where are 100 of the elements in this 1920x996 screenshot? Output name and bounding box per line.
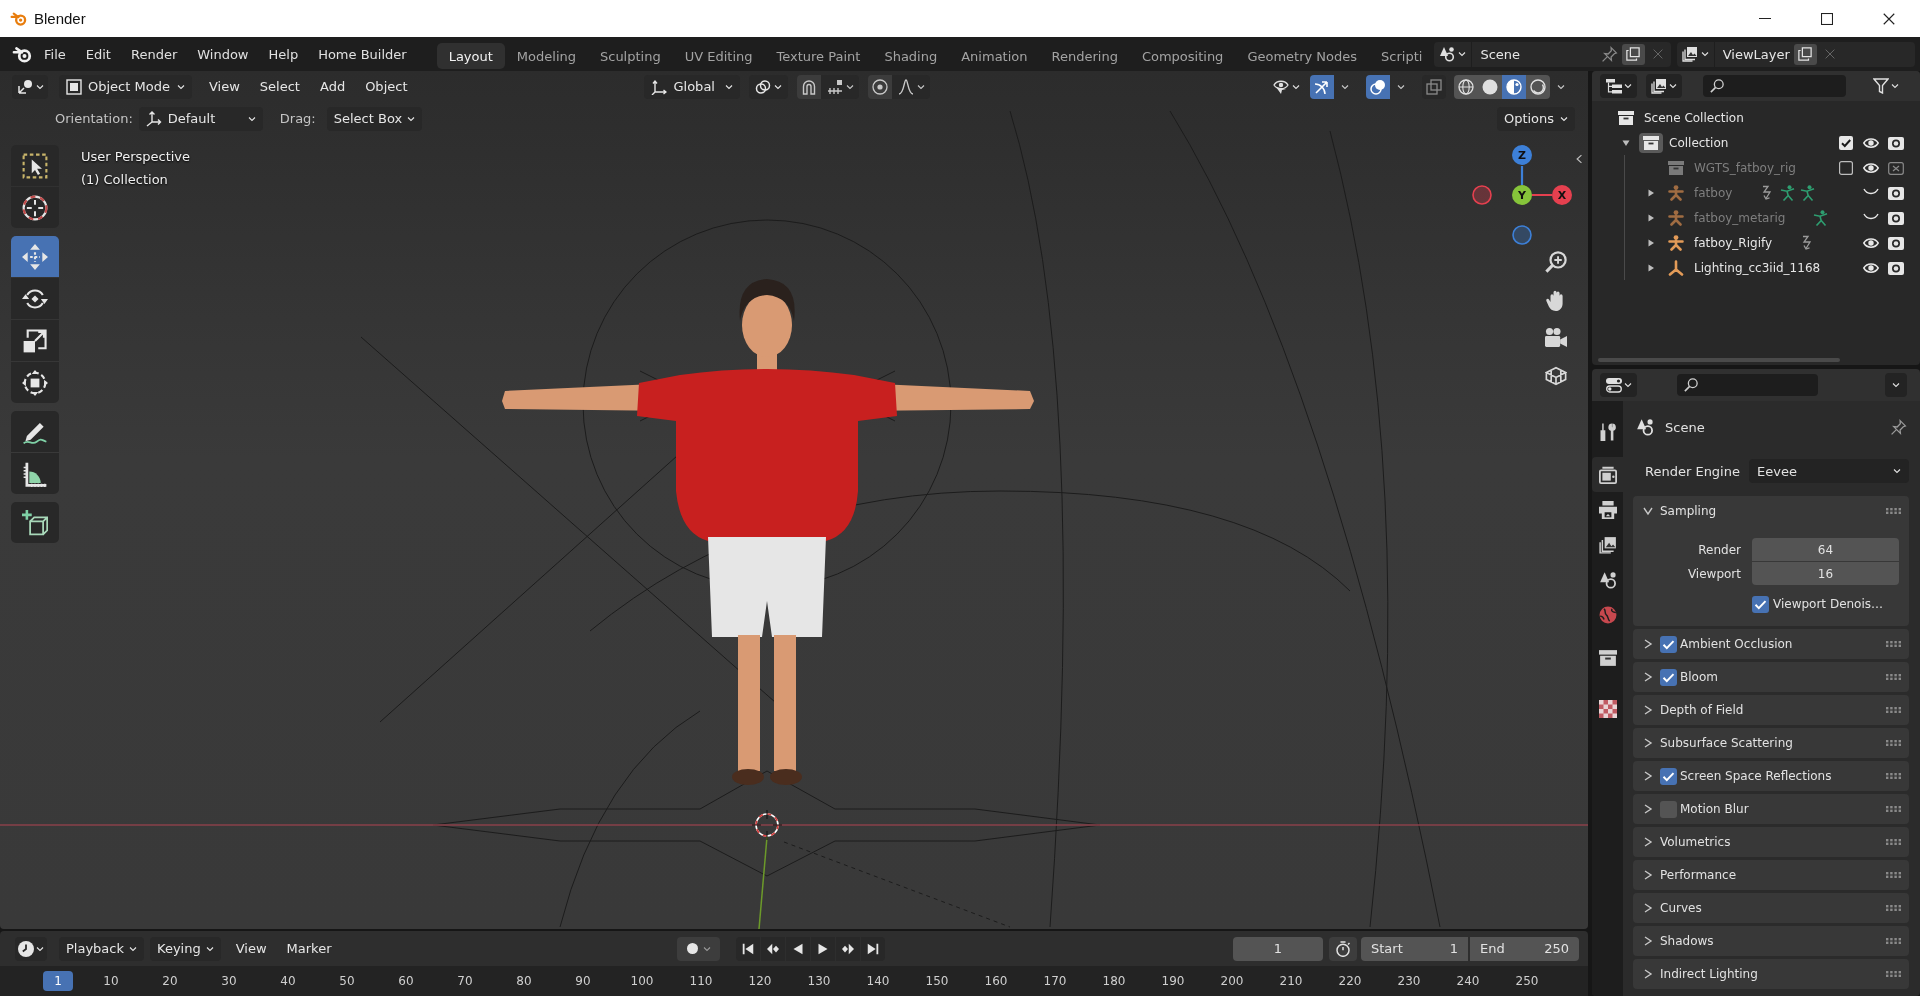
maximize-icon[interactable] <box>1821 12 1833 25</box>
chevron-down-icon[interactable] <box>1643 506 1653 516</box>
shading-mode-button[interactable] <box>1526 74 1550 99</box>
falloff-button[interactable] <box>892 74 931 99</box>
overlay-toggle[interactable] <box>1366 74 1390 99</box>
chevron-right-icon[interactable] <box>1643 936 1653 946</box>
menu-button[interactable]: Window <box>187 41 259 67</box>
search-field[interactable] <box>1703 75 1846 97</box>
checkbox[interactable] <box>1660 800 1677 818</box>
menu-button[interactable]: Render <box>120 41 188 67</box>
view-layer-name-field[interactable]: ViewLayer <box>1714 41 1915 67</box>
tool-button[interactable] <box>11 145 59 186</box>
scene-browse-button[interactable] <box>1434 41 1472 67</box>
menu-button[interactable]: Add <box>309 74 356 99</box>
menu-button[interactable]: View <box>199 74 250 99</box>
drag-handle-icon[interactable] <box>1886 971 1901 977</box>
menu-button[interactable]: Select <box>249 74 310 99</box>
menu-button[interactable]: Object <box>355 74 418 99</box>
editor-type-button[interactable] <box>1600 373 1637 397</box>
disclosure-triangle-icon[interactable] <box>1622 138 1630 147</box>
render-engine-dropdown[interactable]: Eevee <box>1749 459 1909 483</box>
editor-type-button[interactable] <box>15 936 47 961</box>
workspace-tab[interactable]: Rendering <box>1039 43 1130 69</box>
pose-figure-icon[interactable] <box>1780 184 1797 201</box>
chevron-right-icon[interactable] <box>1643 705 1653 715</box>
new-scene-button[interactable] <box>1621 43 1645 65</box>
proportional-editing-toggle[interactable] <box>868 74 893 99</box>
workspace-tab[interactable]: UV Editing <box>672 43 765 69</box>
end-frame-field[interactable]: End 250 <box>1470 936 1579 961</box>
drag-handle-icon[interactable] <box>1886 674 1901 680</box>
xray-toggle[interactable] <box>1422 74 1446 99</box>
tool-button[interactable] <box>11 320 59 361</box>
menu-button[interactable]: Marker <box>276 936 342 961</box>
playback-button[interactable] <box>861 936 885 961</box>
number-field[interactable]: 16 <box>1752 562 1899 585</box>
outliner-item-name[interactable]: fatboy_metarig <box>1694 210 1786 225</box>
outliner-item-name[interactable]: Scene Collection <box>1644 110 1744 125</box>
panel-title[interactable]: Subsurface Scattering <box>1660 736 1793 750</box>
tool-button[interactable] <box>11 502 59 543</box>
search-field[interactable] <box>1677 374 1818 396</box>
negative-axis-handle-icon[interactable] <box>1512 225 1532 245</box>
workspace-tab[interactable]: Sculpting <box>588 43 673 69</box>
render-camera-icon[interactable] <box>1888 209 1904 226</box>
dropdown-menu[interactable]: Keying <box>150 936 221 961</box>
checkbox[interactable] <box>1660 767 1677 785</box>
checkbox[interactable] <box>1660 635 1677 653</box>
chevron-right-icon[interactable] <box>1643 771 1653 781</box>
drag-handle-icon[interactable] <box>1886 773 1901 779</box>
chevron-right-icon[interactable] <box>1643 870 1653 880</box>
view-layer-mode-button[interactable] <box>1646 74 1682 98</box>
frame-ruler[interactable]: 1 10 20 30 40 50 60 70 80 90 100 110 120 130 140 150 160 170 180 190 200 210 220 230 240 250 <box>0 966 1588 996</box>
playback-button[interactable] <box>786 936 810 961</box>
workspace-tab[interactable]: Compositing <box>1129 43 1236 69</box>
outliner-item-name[interactable]: fatboy_Rigify <box>1694 235 1773 250</box>
disclosure-triangle-icon[interactable] <box>1647 188 1655 197</box>
chevron-right-icon[interactable] <box>1643 804 1653 814</box>
chevron-right-icon[interactable] <box>1643 903 1653 913</box>
display-mode-button[interactable] <box>1600 74 1637 98</box>
orientation-dropdown[interactable]: Global <box>644 74 741 99</box>
view-layer-browse-button[interactable] <box>1676 41 1714 67</box>
new-view-layer-button[interactable] <box>1793 43 1817 65</box>
render-camera-icon[interactable] <box>1888 134 1904 151</box>
panel-title[interactable]: Performance <box>1660 868 1737 882</box>
drag-handle-icon[interactable] <box>1886 707 1901 713</box>
panel-title[interactable]: Curves <box>1660 901 1702 915</box>
chevron-left-icon[interactable] <box>1576 154 1583 164</box>
pin-icon[interactable] <box>1890 418 1907 436</box>
disclosure-triangle-icon[interactable] <box>1647 263 1655 272</box>
dropdown-menu[interactable]: Playback <box>59 936 144 961</box>
workspace-tab[interactable]: Layout <box>436 43 505 69</box>
disclosure-triangle-icon[interactable] <box>1647 213 1655 222</box>
workspace-tab[interactable]: Shading <box>872 43 950 69</box>
scene-name-field[interactable]: Scene <box>1472 41 1671 67</box>
camera-icon[interactable] <box>1545 327 1567 349</box>
checkbox[interactable] <box>1839 160 1853 175</box>
start-frame-field[interactable]: Start 1 <box>1361 936 1468 961</box>
menu-button[interactable]: Help <box>258 41 309 67</box>
options-dropdown[interactable]: Options <box>1497 106 1575 131</box>
menu-button[interactable]: File <box>34 41 76 67</box>
checkbox[interactable] <box>1839 135 1853 150</box>
pivot-point-button[interactable] <box>749 74 789 99</box>
orientation-dropdown[interactable]: Default <box>138 106 263 131</box>
drag-handle-icon[interactable] <box>1886 806 1901 812</box>
checkbox[interactable] <box>1660 668 1677 686</box>
workspace-tab[interactable]: Texture Paint <box>764 43 873 69</box>
tool-button[interactable] <box>11 362 59 403</box>
drag-handle-icon[interactable] <box>1886 839 1901 845</box>
drag-handle-icon[interactable] <box>1886 905 1901 911</box>
shading-mode-button[interactable] <box>1454 74 1478 99</box>
pin-icon[interactable] <box>1600 45 1618 63</box>
render-camera-icon[interactable] <box>1888 234 1904 251</box>
render-camera-icon[interactable] <box>1888 259 1904 276</box>
workspace-tab[interactable]: Scripti <box>1369 43 1435 69</box>
outliner-item-name[interactable]: Lighting_cc3iid_1168 <box>1694 260 1821 275</box>
drag-dropdown[interactable]: Select Box <box>326 106 423 131</box>
snap-settings-button[interactable] <box>821 74 860 99</box>
chevron-right-icon[interactable] <box>1643 837 1653 847</box>
preview-range-toggle[interactable] <box>1329 936 1357 961</box>
shading-mode-button[interactable] <box>1478 74 1502 99</box>
render-camera-icon[interactable] <box>1888 184 1904 201</box>
